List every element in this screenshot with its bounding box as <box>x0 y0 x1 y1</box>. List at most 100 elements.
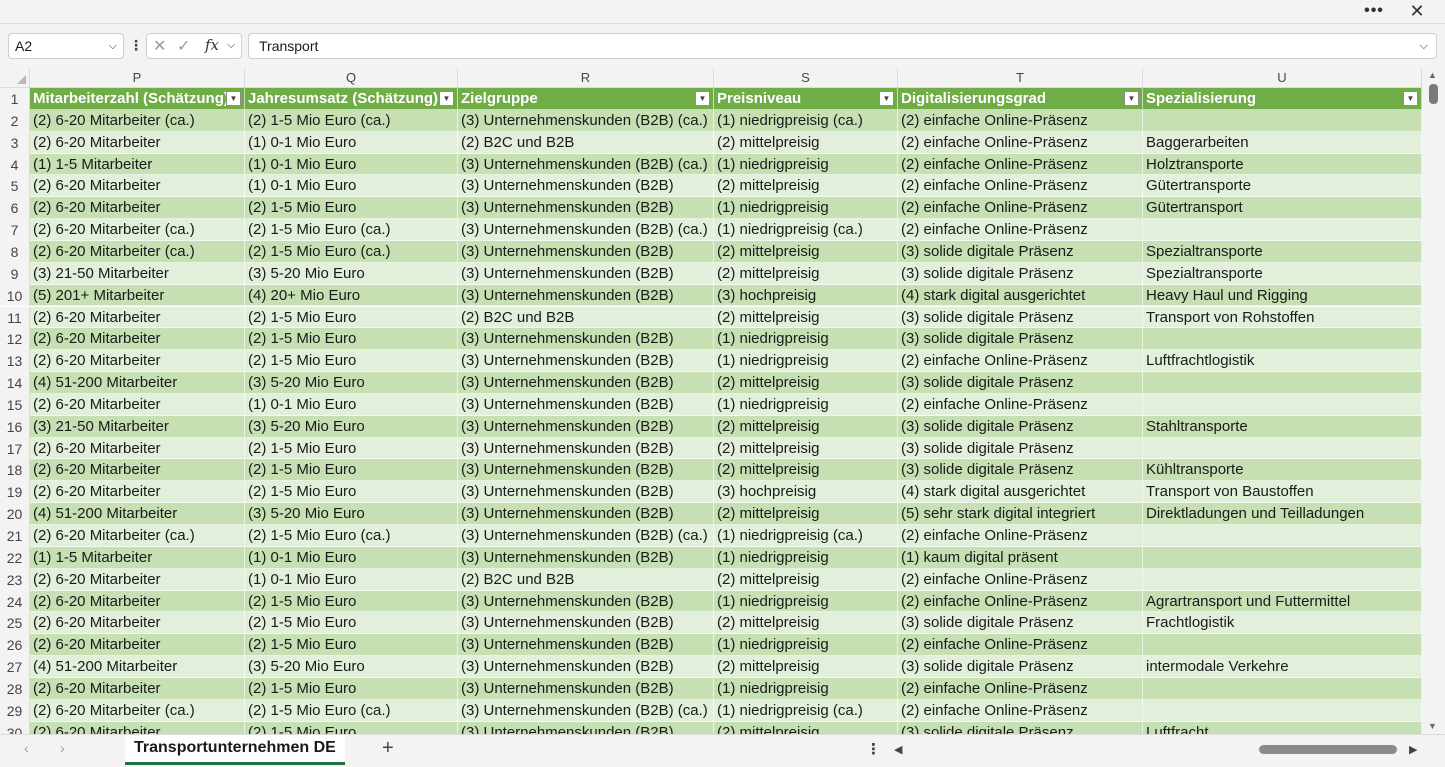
column-header-r[interactable]: R <box>458 68 714 88</box>
column-header-p[interactable]: P <box>30 68 245 88</box>
scroll-up-icon[interactable]: ▲ <box>1428 70 1437 80</box>
table-cell[interactable]: (2) 6-20 Mitarbeiter <box>30 175 245 198</box>
table-cell[interactable]: (1) niedrigpreisig <box>714 197 898 220</box>
table-cell[interactable] <box>1143 634 1422 657</box>
vertical-scrollbar[interactable]: ▲ ▼ <box>1422 68 1445 734</box>
row-header[interactable]: 12 <box>0 328 30 351</box>
table-cell[interactable] <box>1143 525 1422 547</box>
table-cell[interactable]: (2) einfache Online-Präsenz <box>898 525 1143 547</box>
table-cell[interactable]: (3) Unternehmenskunden (B2B) <box>458 328 714 351</box>
table-cell[interactable] <box>1143 568 1422 591</box>
table-cell[interactable]: (2) einfache Online-Präsenz <box>898 131 1143 154</box>
more-options-icon[interactable]: ••• <box>1359 0 1389 24</box>
table-cell[interactable]: (2) einfache Online-Präsenz <box>898 350 1143 373</box>
table-cell[interactable]: (2) 6-20 Mitarbeiter <box>30 677 245 700</box>
table-cell[interactable]: (2) einfache Online-Präsenz <box>898 197 1143 220</box>
table-cell[interactable]: (3) Unternehmenskunden (B2B) <box>458 197 714 220</box>
table-cell[interactable]: (2) mittelpreisig <box>714 612 898 635</box>
table-cell[interactable]: (2) 6-20 Mitarbeiter (ca.) <box>30 109 245 132</box>
row-header[interactable]: 11 <box>0 306 30 329</box>
table-cell[interactable]: (5) 201+ Mitarbeiter <box>30 284 245 307</box>
table-cell[interactable]: (2) mittelpreisig <box>714 131 898 154</box>
table-cell[interactable]: (3) solide digitale Präsenz <box>898 459 1143 482</box>
table-cell[interactable]: (3) Unternehmenskunden (B2B) <box>458 437 714 460</box>
table-cell[interactable] <box>1143 393 1422 416</box>
table-cell[interactable]: (2) 1-5 Mio Euro <box>245 437 458 460</box>
table-cell[interactable]: (2) B2C und B2B <box>458 131 714 154</box>
row-header[interactable]: 10 <box>0 284 30 307</box>
row-header[interactable]: 19 <box>0 481 30 504</box>
table-cell[interactable]: (4) stark digital ausgerichtet <box>898 284 1143 307</box>
table-cell[interactable]: (3) 5-20 Mio Euro <box>245 503 458 525</box>
table-cell[interactable]: Frachtlogistik <box>1143 612 1422 635</box>
table-cell[interactable]: (4) 20+ Mio Euro <box>245 284 458 307</box>
table-cell[interactable]: (3) Unternehmenskunden (B2B) <box>458 284 714 307</box>
table-cell[interactable]: (2) 1-5 Mio Euro (ca.) <box>245 109 458 132</box>
table-cell[interactable]: (2) 6-20 Mitarbeiter <box>30 459 245 482</box>
table-cell[interactable]: (2) mittelpreisig <box>714 459 898 482</box>
table-cell[interactable]: (3) 21-50 Mitarbeiter <box>30 415 245 438</box>
row-header[interactable]: 9 <box>0 262 30 285</box>
table-cell[interactable]: Holztransporte <box>1143 153 1422 176</box>
table-cell[interactable]: (2) 6-20 Mitarbeiter <box>30 328 245 351</box>
row-header[interactable]: 8 <box>0 240 30 263</box>
row-header[interactable]: 15 <box>0 393 30 416</box>
table-cell[interactable]: (3) hochpreisig <box>714 481 898 504</box>
row-header[interactable]: 20 <box>0 503 30 525</box>
table-cell[interactable]: (2) 1-5 Mio Euro <box>245 350 458 373</box>
table-cell[interactable]: (3) Unternehmenskunden (B2B) (ca.) <box>458 699 714 722</box>
table-cell[interactable]: (1) 1-5 Mitarbeiter <box>30 153 245 176</box>
table-cell[interactable]: Transport von Rohstoffen <box>1143 306 1422 329</box>
table-cell[interactable]: (3) Unternehmenskunden (B2B) <box>458 677 714 700</box>
table-cell[interactable] <box>1143 328 1422 351</box>
table-cell[interactable]: (1) 0-1 Mio Euro <box>245 175 458 198</box>
column-header-u[interactable]: U <box>1143 68 1422 88</box>
table-cell[interactable] <box>1143 372 1422 394</box>
table-cell[interactable]: (2) 1-5 Mio Euro <box>245 197 458 220</box>
insert-function-icon[interactable]: fx <box>205 36 219 54</box>
table-cell[interactable]: (3) Unternehmenskunden (B2B) <box>458 262 714 285</box>
previous-sheet-icon[interactable]: ‹ <box>24 740 29 756</box>
table-cell[interactable]: (3) Unternehmenskunden (B2B) <box>458 481 714 504</box>
table-cell[interactable]: (3) Unternehmenskunden (B2B) <box>458 372 714 394</box>
row-header[interactable]: 14 <box>0 372 30 394</box>
table-cell[interactable]: (3) 5-20 Mio Euro <box>245 656 458 678</box>
table-cell[interactable]: (3) Unternehmenskunden (B2B) <box>458 612 714 635</box>
filter-dropdown-icon[interactable]: ▼ <box>1403 91 1418 106</box>
table-cell[interactable]: Transport von Baustoffen <box>1143 481 1422 504</box>
table-cell[interactable]: (2) 1-5 Mio Euro <box>245 328 458 351</box>
table-cell[interactable] <box>1143 546 1422 569</box>
column-header-t[interactable]: T <box>898 68 1143 88</box>
table-cell[interactable]: (1) niedrigpreisig <box>714 153 898 176</box>
table-cell[interactable]: (2) 1-5 Mio Euro (ca.) <box>245 699 458 722</box>
table-cell[interactable]: (2) 6-20 Mitarbeiter <box>30 350 245 373</box>
scroll-down-icon[interactable]: ▼ <box>1428 721 1437 731</box>
scrollbar-thumb[interactable] <box>1429 84 1438 104</box>
row-header[interactable]: 17 <box>0 437 30 460</box>
table-cell[interactable]: (2) 6-20 Mitarbeiter (ca.) <box>30 219 245 241</box>
row-header[interactable]: 23 <box>0 568 30 591</box>
table-cell[interactable]: (3) solide digitale Präsenz <box>898 656 1143 678</box>
row-header[interactable]: 4 <box>0 153 30 176</box>
table-cell[interactable]: (2) 6-20 Mitarbeiter (ca.) <box>30 699 245 722</box>
table-cell[interactable]: (2) einfache Online-Präsenz <box>898 568 1143 591</box>
table-cell[interactable]: (3) hochpreisig <box>714 284 898 307</box>
expand-formula-icon[interactable]: ⌵ <box>1420 34 1428 58</box>
table-cell[interactable]: (1) 0-1 Mio Euro <box>245 393 458 416</box>
table-cell[interactable]: (3) solide digitale Präsenz <box>898 328 1143 351</box>
table-cell[interactable]: (2) einfache Online-Präsenz <box>898 677 1143 700</box>
close-icon[interactable]: ✕ <box>1402 0 1432 24</box>
row-header[interactable]: 28 <box>0 677 30 700</box>
table-cell[interactable]: (3) 5-20 Mio Euro <box>245 372 458 394</box>
table-cell[interactable]: (3) solide digitale Präsenz <box>898 306 1143 329</box>
table-cell[interactable]: Kühltransporte <box>1143 459 1422 482</box>
table-cell[interactable]: (2) einfache Online-Präsenz <box>898 634 1143 657</box>
table-cell[interactable]: (1) niedrigpreisig <box>714 590 898 613</box>
table-cell[interactable]: Spezialtransporte <box>1143 240 1422 263</box>
column-header-s[interactable]: S <box>714 68 898 88</box>
table-cell[interactable]: (1) niedrigpreisig <box>714 350 898 373</box>
row-header[interactable]: 29 <box>0 699 30 722</box>
row-header[interactable]: 30 <box>0 721 30 734</box>
table-cell[interactable]: (2) 6-20 Mitarbeiter <box>30 197 245 220</box>
table-header-cell[interactable]: Spezialisierung ▼ <box>1143 88 1422 110</box>
